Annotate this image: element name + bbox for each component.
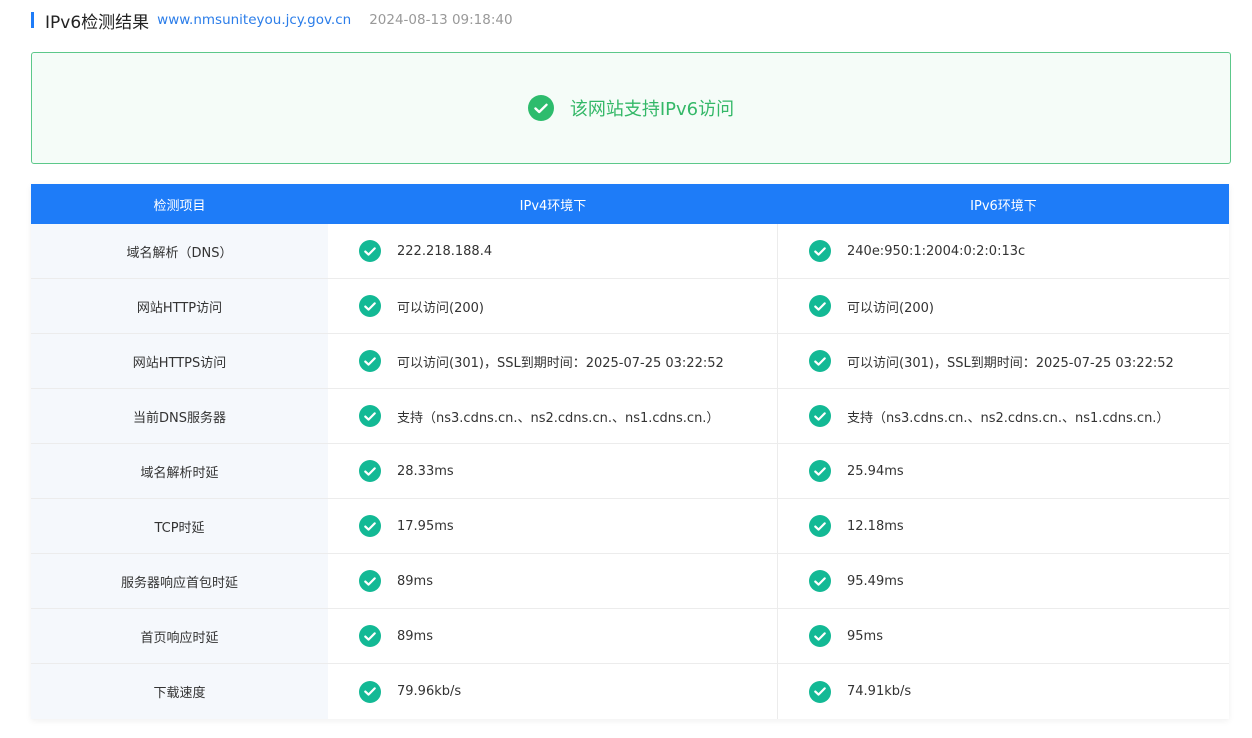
ipv4-result-text: 89ms [397,628,433,644]
table-row: 域名解析（DNS） 222.218.188.4 240e:950:1:2004:0:… [31,224,1229,279]
ipv4-result-text: 28.33ms [397,463,454,479]
check-circle-icon [809,405,831,427]
row-label: 服务器响应首包时延 [31,554,328,608]
ipv4-result-cell: 17.95ms [328,499,778,553]
ipv4-result-text: 222.218.188.4 [397,243,493,259]
check-circle-icon [809,295,831,317]
check-circle-icon [359,350,381,372]
check-circle-icon [359,240,381,262]
ipv4-result-text: 可以访问(301)，SSL到期时间：2025-07-25 03:22:52 [397,355,724,371]
check-timestamp: 2024-08-13 09:18:40 [369,12,513,28]
ipv4-result-text: 17.95ms [397,518,454,534]
check-circle-icon [809,680,831,703]
ipv6-result-text: 95.49ms [847,573,904,589]
column-header-item: 检测项目 [153,198,206,214]
table-row: 首页响应时延 89ms 95ms [31,609,1229,664]
row-label: TCP时延 [31,499,328,553]
ipv4-result-cell: 89ms [328,609,778,663]
ipv6-result-text: 12.18ms [847,518,904,534]
check-circle-icon [809,625,831,647]
ipv4-result-cell: 28.33ms [328,444,778,498]
row-label: 当前DNS服务器 [31,389,328,443]
table-row: 域名解析时延 28.33ms 25.94ms [31,444,1229,499]
table-body: 域名解析（DNS） 222.218.188.4 240e:950:1:2004:0:… [31,224,1229,719]
row-label: 域名解析时延 [31,444,328,498]
row-label: 网站HTTPS访问 [31,334,328,388]
ipv4-result-cell: 可以访问(301)，SSL到期时间：2025-07-25 03:22:52 [328,334,778,388]
check-circle-icon [359,625,381,647]
row-label: 网站HTTP访问 [31,279,328,333]
ipv4-result-text: 89ms [397,573,433,589]
row-label: 下载速度 [31,664,328,719]
check-circle-icon [527,95,554,121]
ipv4-result-text: 支持（ns3.cdns.cn.、ns2.cdns.cn.、ns1.cdns.cn… [397,410,720,426]
ipv6-result-cell: 可以访问(301)，SSL到期时间：2025-07-25 03:22:52 [778,334,1229,388]
results-table: 检测项目 IPv4环境下 IPv6环境下 域名解析（DNS） 222.218.18… [31,184,1229,719]
domain-link[interactable]: www.nmsuniteyou.jcy.gov.cn [157,12,351,28]
ipv6-result-text: 240e:950:1:2004:0:2:0:13c [847,243,1026,259]
check-circle-icon [359,570,381,592]
ipv6-result-cell: 支持（ns3.cdns.cn.、ns2.cdns.cn.、ns1.cdns.cn… [778,389,1229,443]
ipv4-result-cell: 222.218.188.4 [328,224,778,278]
column-header-ipv4: IPv4环境下 [519,198,587,214]
ipv6-result-text: 25.94ms [847,463,904,479]
check-circle-icon [359,405,381,427]
ipv6-result-cell: 12.18ms [778,499,1229,553]
page-title: IPv6检测结果 [45,12,150,33]
ipv4-result-text: 79.96kb/s [397,684,462,699]
check-circle-icon [809,240,831,262]
check-circle-icon [809,350,831,372]
check-circle-icon [359,680,381,703]
row-label: 域名解析（DNS） [31,224,328,278]
ipv4-result-cell: 可以访问(200) [328,279,778,333]
ipv4-result-text: 可以访问(200) [397,300,484,316]
table-row: 下载速度 79.96kb/s 74.91kb/s [31,664,1229,719]
table-header: 检测项目 IPv4环境下 IPv6环境下 [31,184,1229,224]
ipv6-result-cell: 95ms [778,609,1229,663]
result-banner: 该网站支持IPv6访问 [31,52,1231,164]
ipv4-result-cell: 79.96kb/s [328,664,778,719]
table-row: TCP时延 17.95ms 12.18ms [31,499,1229,554]
ipv6-result-text: 可以访问(301)，SSL到期时间：2025-07-25 03:22:52 [847,355,1174,371]
check-circle-icon [359,515,381,537]
result-message: 该网站支持IPv6访问 [569,99,735,120]
ipv6-result-text: 可以访问(200) [847,300,934,316]
check-circle-icon [359,460,381,482]
table-row: 网站HTTPS访问 可以访问(301)，SSL到期时间：2025-07-25 03… [31,334,1229,389]
ipv6-result-text: 95ms [847,628,883,644]
ipv4-result-cell: 89ms [328,554,778,608]
ipv6-result-text: 支持（ns3.cdns.cn.、ns2.cdns.cn.、ns1.cdns.cn… [847,410,1170,426]
column-header-ipv6: IPv6环境下 [970,198,1037,214]
table-row: 网站HTTP访问 可以访问(200) 可以访问(200) [31,279,1229,334]
table-row: 当前DNS服务器 支持（ns3.cdns.cn.、ns2.cdns.cn.、ns1… [31,389,1229,444]
check-circle-icon [809,570,831,592]
ipv6-result-cell: 25.94ms [778,444,1229,498]
ipv6-result-cell: 74.91kb/s [778,664,1229,719]
title-accent-bar [31,12,34,28]
check-circle-icon [809,515,831,537]
page-header: IPv6检测结果 www.nmsuniteyou.jcy.gov.cn 2024… [31,8,513,33]
check-circle-icon [809,460,831,482]
ipv4-result-cell: 支持（ns3.cdns.cn.、ns2.cdns.cn.、ns1.cdns.cn… [328,389,778,443]
table-row: 服务器响应首包时延 89ms 95.49ms [31,554,1229,609]
check-circle-icon [359,295,381,317]
ipv6-result-text: 74.91kb/s [847,684,912,699]
ipv6-result-cell: 可以访问(200) [778,279,1229,333]
ipv6-result-cell: 95.49ms [778,554,1229,608]
ipv6-result-cell: 240e:950:1:2004:0:2:0:13c [778,224,1229,278]
row-label: 首页响应时延 [31,609,328,663]
